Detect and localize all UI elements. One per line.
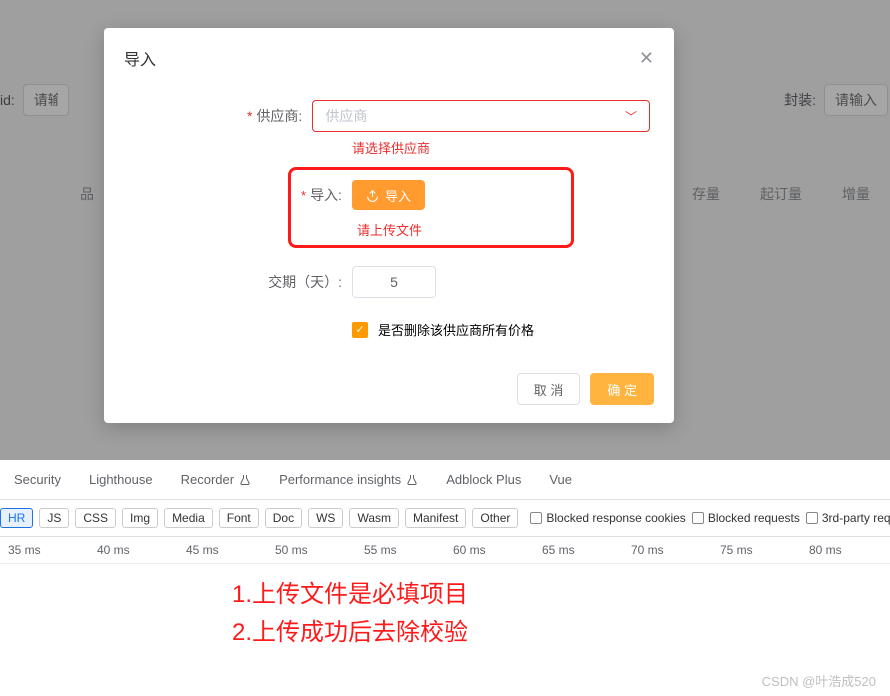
delete-all-label: 是否删除该供应商所有价格 <box>378 320 534 339</box>
timeline-tick: 65 ms <box>534 543 623 557</box>
import-label: 导入: <box>310 185 342 205</box>
upload-icon <box>366 189 379 202</box>
timeline-tick: 60 ms <box>445 543 534 557</box>
filter-other[interactable]: Other <box>472 508 518 528</box>
cancel-button[interactable]: 取 消 <box>517 373 581 405</box>
timeline-tick: 50 ms <box>267 543 356 557</box>
timeline-tick: 40 ms <box>89 543 178 557</box>
import-highlight-box: * 导入: 导入 请上传文件 <box>288 167 574 248</box>
timeline-tick: 35 ms <box>0 543 89 557</box>
check-third-party[interactable]: 3rd-party requests <box>806 511 890 525</box>
import-dialog: 导入 ✕ *供应商: 供应商 ﹀ 请选择供应商 * 导入: 导入 请上 <box>104 28 674 423</box>
flask-icon <box>406 474 418 486</box>
filter-css[interactable]: CSS <box>75 508 116 528</box>
filter-font[interactable]: Font <box>219 508 259 528</box>
timeline-ruler: 35 ms 40 ms 45 ms 50 ms 55 ms 60 ms 65 m… <box>0 537 890 564</box>
timeline-tick: 80 ms <box>801 543 890 557</box>
required-star: * <box>301 188 306 203</box>
tab-adblock[interactable]: Adblock Plus <box>432 468 535 491</box>
filter-doc[interactable]: Doc <box>265 508 302 528</box>
supplier-error: 请选择供应商 <box>352 138 650 157</box>
supplier-placeholder: 供应商 <box>325 106 367 126</box>
upload-button[interactable]: 导入 <box>352 180 425 210</box>
tab-lighthouse[interactable]: Lighthouse <box>75 468 167 491</box>
timeline-tick: 55 ms <box>356 543 445 557</box>
supplier-label: 供应商: <box>256 108 302 124</box>
watermark: CSDN @叶浩成520 <box>762 671 876 690</box>
import-error: 请上传文件 <box>357 220 561 239</box>
required-star: * <box>247 108 252 124</box>
filter-wasm[interactable]: Wasm <box>349 508 399 528</box>
filter-hr[interactable]: HR <box>0 508 33 528</box>
tab-security[interactable]: Security <box>0 468 75 491</box>
timeline-tick: 75 ms <box>712 543 801 557</box>
delete-all-checkbox[interactable]: ✓ <box>352 322 368 338</box>
checkbox-icon <box>806 512 818 524</box>
leadtime-label: 交期（天）: <box>268 274 342 290</box>
upload-button-label: 导入 <box>385 186 411 205</box>
dialog-title: 导入 <box>124 46 156 70</box>
tab-performance-insights[interactable]: Performance insights <box>265 468 432 491</box>
filter-manifest[interactable]: Manifest <box>405 508 466 528</box>
tab-recorder[interactable]: Recorder <box>167 468 265 491</box>
flask-icon <box>239 474 251 486</box>
annotation-text: 1.上传文件是必填项目 2.上传成功后去除校验 <box>0 564 890 665</box>
filter-ws[interactable]: WS <box>308 508 343 528</box>
checkbox-icon <box>530 512 542 524</box>
filter-media[interactable]: Media <box>164 508 213 528</box>
timeline-tick: 70 ms <box>623 543 712 557</box>
check-blocked-requests[interactable]: Blocked requests <box>692 511 800 525</box>
checkbox-icon <box>692 512 704 524</box>
tab-vue[interactable]: Vue <box>535 468 586 491</box>
leadtime-input[interactable] <box>352 266 436 298</box>
devtools-panel: Security Lighthouse Recorder Performance… <box>0 460 890 696</box>
check-blocked-cookies[interactable]: Blocked response cookies <box>530 511 685 525</box>
chevron-down-icon: ﹀ <box>625 108 637 125</box>
timeline-tick: 45 ms <box>178 543 267 557</box>
supplier-select[interactable]: 供应商 ﹀ <box>312 100 650 132</box>
filter-js[interactable]: JS <box>39 508 69 528</box>
annotation-line-2: 2.上传成功后去除校验 <box>232 614 850 652</box>
filter-img[interactable]: Img <box>122 508 158 528</box>
close-icon[interactable]: ✕ <box>639 48 654 69</box>
annotation-line-1: 1.上传文件是必填项目 <box>232 576 850 614</box>
confirm-button[interactable]: 确 定 <box>590 373 654 405</box>
